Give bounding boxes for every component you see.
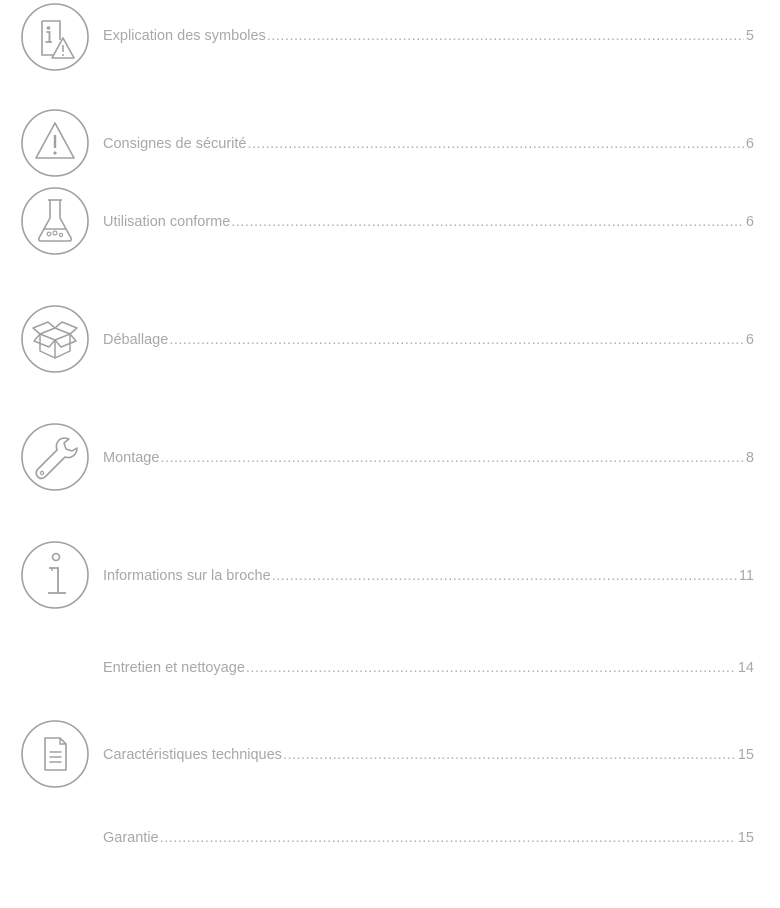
dot-leader: [231, 212, 744, 232]
toc-entry-page: 6: [745, 136, 754, 152]
toc-entry-title: Explication des symboles: [103, 28, 266, 44]
dot-leader: [247, 134, 743, 154]
toc-entry: Entretien et nettoyage 14: [103, 658, 754, 678]
info-warning-icon: [20, 2, 90, 72]
toc-entry-title: Montage: [103, 450, 160, 466]
toc-row-safety[interactable]: Consignes de sécurité 6: [0, 108, 780, 188]
toc-entry-page: 8: [745, 450, 754, 466]
toc-entry-title: Consignes de sécurité: [103, 136, 247, 152]
document-icon: [20, 719, 90, 789]
toc-entry-page: 11: [738, 568, 754, 584]
toc-row-symbols[interactable]: Explication des symboles 5: [0, 2, 780, 82]
info-icon: [20, 540, 90, 610]
warning-triangle-icon: [20, 108, 90, 178]
toc-entry-page: 6: [745, 214, 754, 230]
toc-entry-title: Déballage: [103, 332, 169, 348]
toc-row-warranty[interactable]: Garantie 15: [0, 828, 780, 908]
toc-entry: Garantie 15: [103, 828, 754, 848]
dot-leader: [283, 745, 736, 765]
box-icon: [20, 304, 90, 374]
toc-entry-page: 5: [745, 28, 754, 44]
toc-entry-title: Garantie: [103, 830, 159, 846]
toc-entry-title: Caractéristiques techniques: [103, 747, 282, 763]
toc-entry-title: Entretien et nettoyage: [103, 660, 245, 676]
toc-entry-page: 15: [737, 830, 754, 846]
toc-entry: Caractéristiques techniques 15: [103, 745, 754, 765]
dot-leader: [267, 26, 744, 46]
dot-leader: [160, 448, 743, 468]
toc-row-intended-use[interactable]: Utilisation conforme 6: [0, 186, 780, 266]
toc-entry: Déballage 6: [103, 330, 754, 350]
toc-row-specs[interactable]: Caractéristiques techniques 15: [0, 719, 780, 799]
toc-row-spindle-info[interactable]: Informations sur la broche 11: [0, 540, 780, 620]
toc-entry-page: 6: [745, 332, 754, 348]
flask-icon: [20, 186, 90, 256]
dot-leader: [272, 566, 737, 586]
toc-row-unpacking[interactable]: Déballage 6: [0, 304, 780, 384]
toc-entry: Utilisation conforme 6: [103, 212, 754, 232]
toc-entry: Informations sur la broche 11: [103, 566, 754, 586]
toc-entry-page: 15: [737, 747, 754, 763]
wrench-icon: [20, 422, 90, 492]
dot-leader: [246, 658, 736, 678]
toc-row-assembly[interactable]: Montage 8: [0, 422, 780, 502]
toc-entry-title: Utilisation conforme: [103, 214, 231, 230]
toc-entry: Explication des symboles 5: [103, 26, 754, 46]
toc-entry: Montage 8: [103, 448, 754, 468]
table-of-contents: Explication des symboles 5 Consignes de …: [0, 0, 780, 861]
dot-leader: [169, 330, 744, 350]
toc-entry: Consignes de sécurité 6: [103, 134, 754, 154]
toc-entry-page: 14: [737, 660, 754, 676]
dot-leader: [160, 828, 736, 848]
toc-entry-title: Informations sur la broche: [103, 568, 271, 584]
